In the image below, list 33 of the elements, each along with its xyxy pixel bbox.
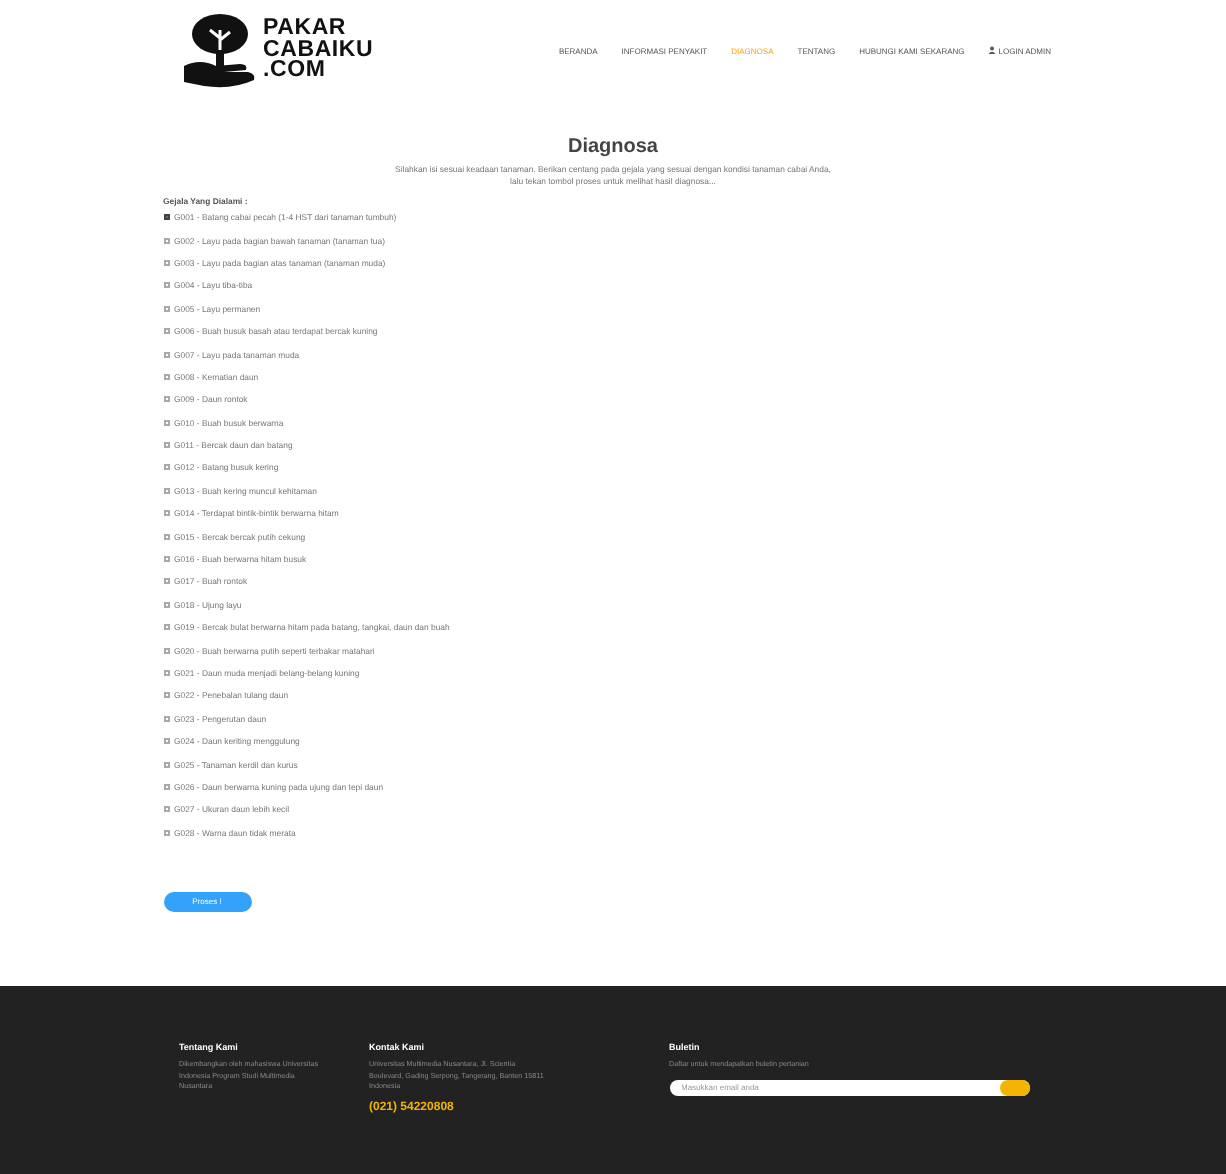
checkbox[interactable] bbox=[163, 282, 170, 289]
site-logo-text: PAKAR CABAIKU .COM bbox=[263, 18, 374, 82]
plant-in-hand-icon bbox=[179, 10, 259, 90]
checkbox[interactable] bbox=[163, 464, 170, 471]
checkbox[interactable] bbox=[163, 647, 170, 654]
checkbox[interactable] bbox=[163, 692, 170, 699]
checkbox[interactable] bbox=[163, 578, 170, 585]
checkbox[interactable] bbox=[163, 419, 170, 426]
checkbox[interactable] bbox=[163, 806, 170, 813]
checkbox[interactable] bbox=[163, 783, 170, 790]
checkbox[interactable] bbox=[163, 396, 170, 403]
checkbox[interactable] bbox=[163, 601, 170, 608]
checkbox[interactable] bbox=[163, 328, 170, 335]
checkbox[interactable] bbox=[163, 351, 170, 358]
checkbox[interactable] bbox=[163, 373, 170, 380]
checkbox[interactable] bbox=[163, 305, 170, 312]
page-title: Diagnosa bbox=[565, 136, 660, 158]
checkbox[interactable] bbox=[163, 556, 170, 563]
checkbox[interactable] bbox=[163, 670, 170, 676]
checkbox[interactable] bbox=[163, 715, 170, 722]
checkbox[interactable] bbox=[163, 761, 170, 768]
checkbox[interactable] bbox=[163, 533, 170, 540]
checkbox[interactable] bbox=[163, 442, 170, 449]
checkbox[interactable] bbox=[163, 259, 170, 266]
subscribe-button[interactable] bbox=[999, 1079, 1029, 1095]
checkbox[interactable] bbox=[163, 237, 170, 244]
checkbox[interactable] bbox=[163, 487, 170, 494]
checkbox[interactable] bbox=[163, 829, 170, 836]
checkbox[interactable] bbox=[163, 624, 170, 631]
checkbox[interactable] bbox=[163, 214, 170, 221]
checkbox[interactable] bbox=[163, 738, 170, 745]
user-icon bbox=[988, 46, 997, 54]
checkbox[interactable] bbox=[163, 510, 170, 517]
